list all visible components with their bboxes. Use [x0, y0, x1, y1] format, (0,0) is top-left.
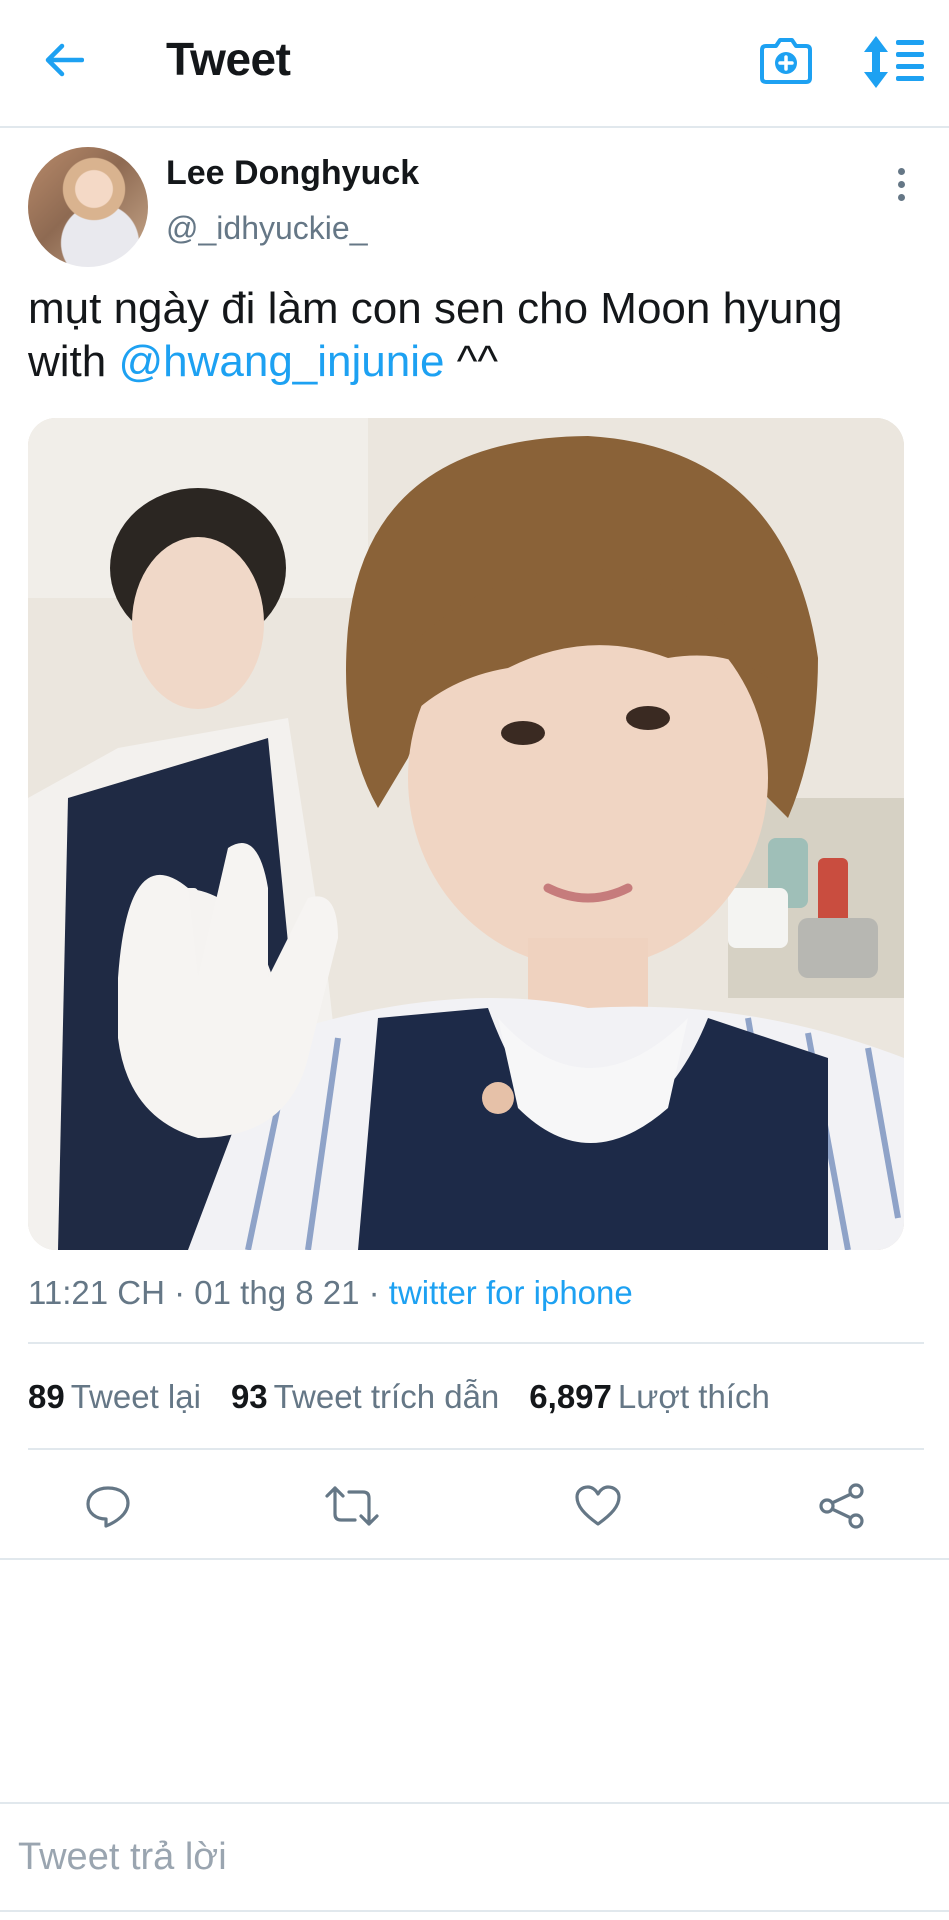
back-arrow-icon [45, 43, 84, 77]
retweets-count: 89 [28, 1378, 65, 1415]
tweet-detail-screen: Tweet Lee Donghyuck @_idhyuckie_ mụt ngà… [0, 0, 949, 1920]
photo-illustration [28, 418, 904, 1250]
more-dot [897, 180, 905, 188]
divider [0, 1558, 949, 1560]
tweet-text-tail: ^^ [444, 337, 499, 386]
likes-stat[interactable]: 6,897 Lượt thích [529, 1378, 770, 1416]
page-title: Tweet [166, 33, 291, 85]
divider [28, 1448, 924, 1450]
meta-separator: · [164, 1274, 195, 1311]
likes-count: 6,897 [529, 1378, 612, 1415]
divider [0, 1910, 949, 1912]
reply-icon [86, 1486, 130, 1528]
tweet-meta: 11:21 CH · 01 thg 8 21 · twitter for iph… [28, 1274, 633, 1312]
retweets-stat[interactable]: 89 Tweet lại [28, 1378, 201, 1416]
more-options-button[interactable] [886, 164, 916, 204]
more-dot [897, 193, 905, 201]
avatar[interactable] [28, 147, 148, 267]
quotes-count: 93 [230, 1378, 268, 1415]
quotes-label: Tweet trích dẫn [273, 1378, 500, 1415]
reply-input[interactable] [0, 1806, 949, 1908]
camera-button[interactable] [754, 30, 818, 94]
quotes-stat[interactable]: 93 Tweet trích dẫn [231, 1378, 499, 1416]
tweet-source-link[interactable]: twitter for iphone [389, 1274, 633, 1311]
tweet-photo[interactable] [28, 418, 904, 1250]
tweet-time: 11:21 CH [28, 1274, 165, 1311]
sort-icon [864, 36, 924, 88]
likes-label: Lượt thích [617, 1378, 770, 1415]
like-button[interactable] [568, 1476, 628, 1536]
heart-icon [575, 1485, 621, 1526]
author-handle[interactable]: @_idhyuckie_ [166, 210, 367, 247]
tweet-stats: 89 Tweet lại 93 Tweet trích dẫn 6,897 Lượt … [28, 1378, 770, 1416]
camera-add-icon [760, 38, 812, 84]
app-header: Tweet [0, 0, 949, 128]
more-vertical-icon [897, 167, 905, 175]
divider [28, 1342, 924, 1344]
retweets-label: Tweet lại [70, 1378, 201, 1415]
reply-button[interactable] [78, 1476, 138, 1536]
share-icon [819, 1483, 864, 1529]
retweet-icon [325, 1486, 379, 1526]
sort-button[interactable] [862, 32, 928, 92]
meta-separator: · [359, 1274, 389, 1311]
divider [0, 1802, 949, 1804]
share-button[interactable] [812, 1476, 872, 1536]
author-name[interactable]: Lee Donghyuck [166, 154, 419, 193]
back-button[interactable] [36, 30, 92, 90]
retweet-button[interactable] [322, 1476, 382, 1536]
tweet-text: mụt ngày đi làm con sen cho Moon hyung w… [28, 282, 928, 388]
tweet-date: 01 thg 8 21 [194, 1274, 360, 1311]
mention-link[interactable]: @hwang_injunie [118, 337, 444, 386]
